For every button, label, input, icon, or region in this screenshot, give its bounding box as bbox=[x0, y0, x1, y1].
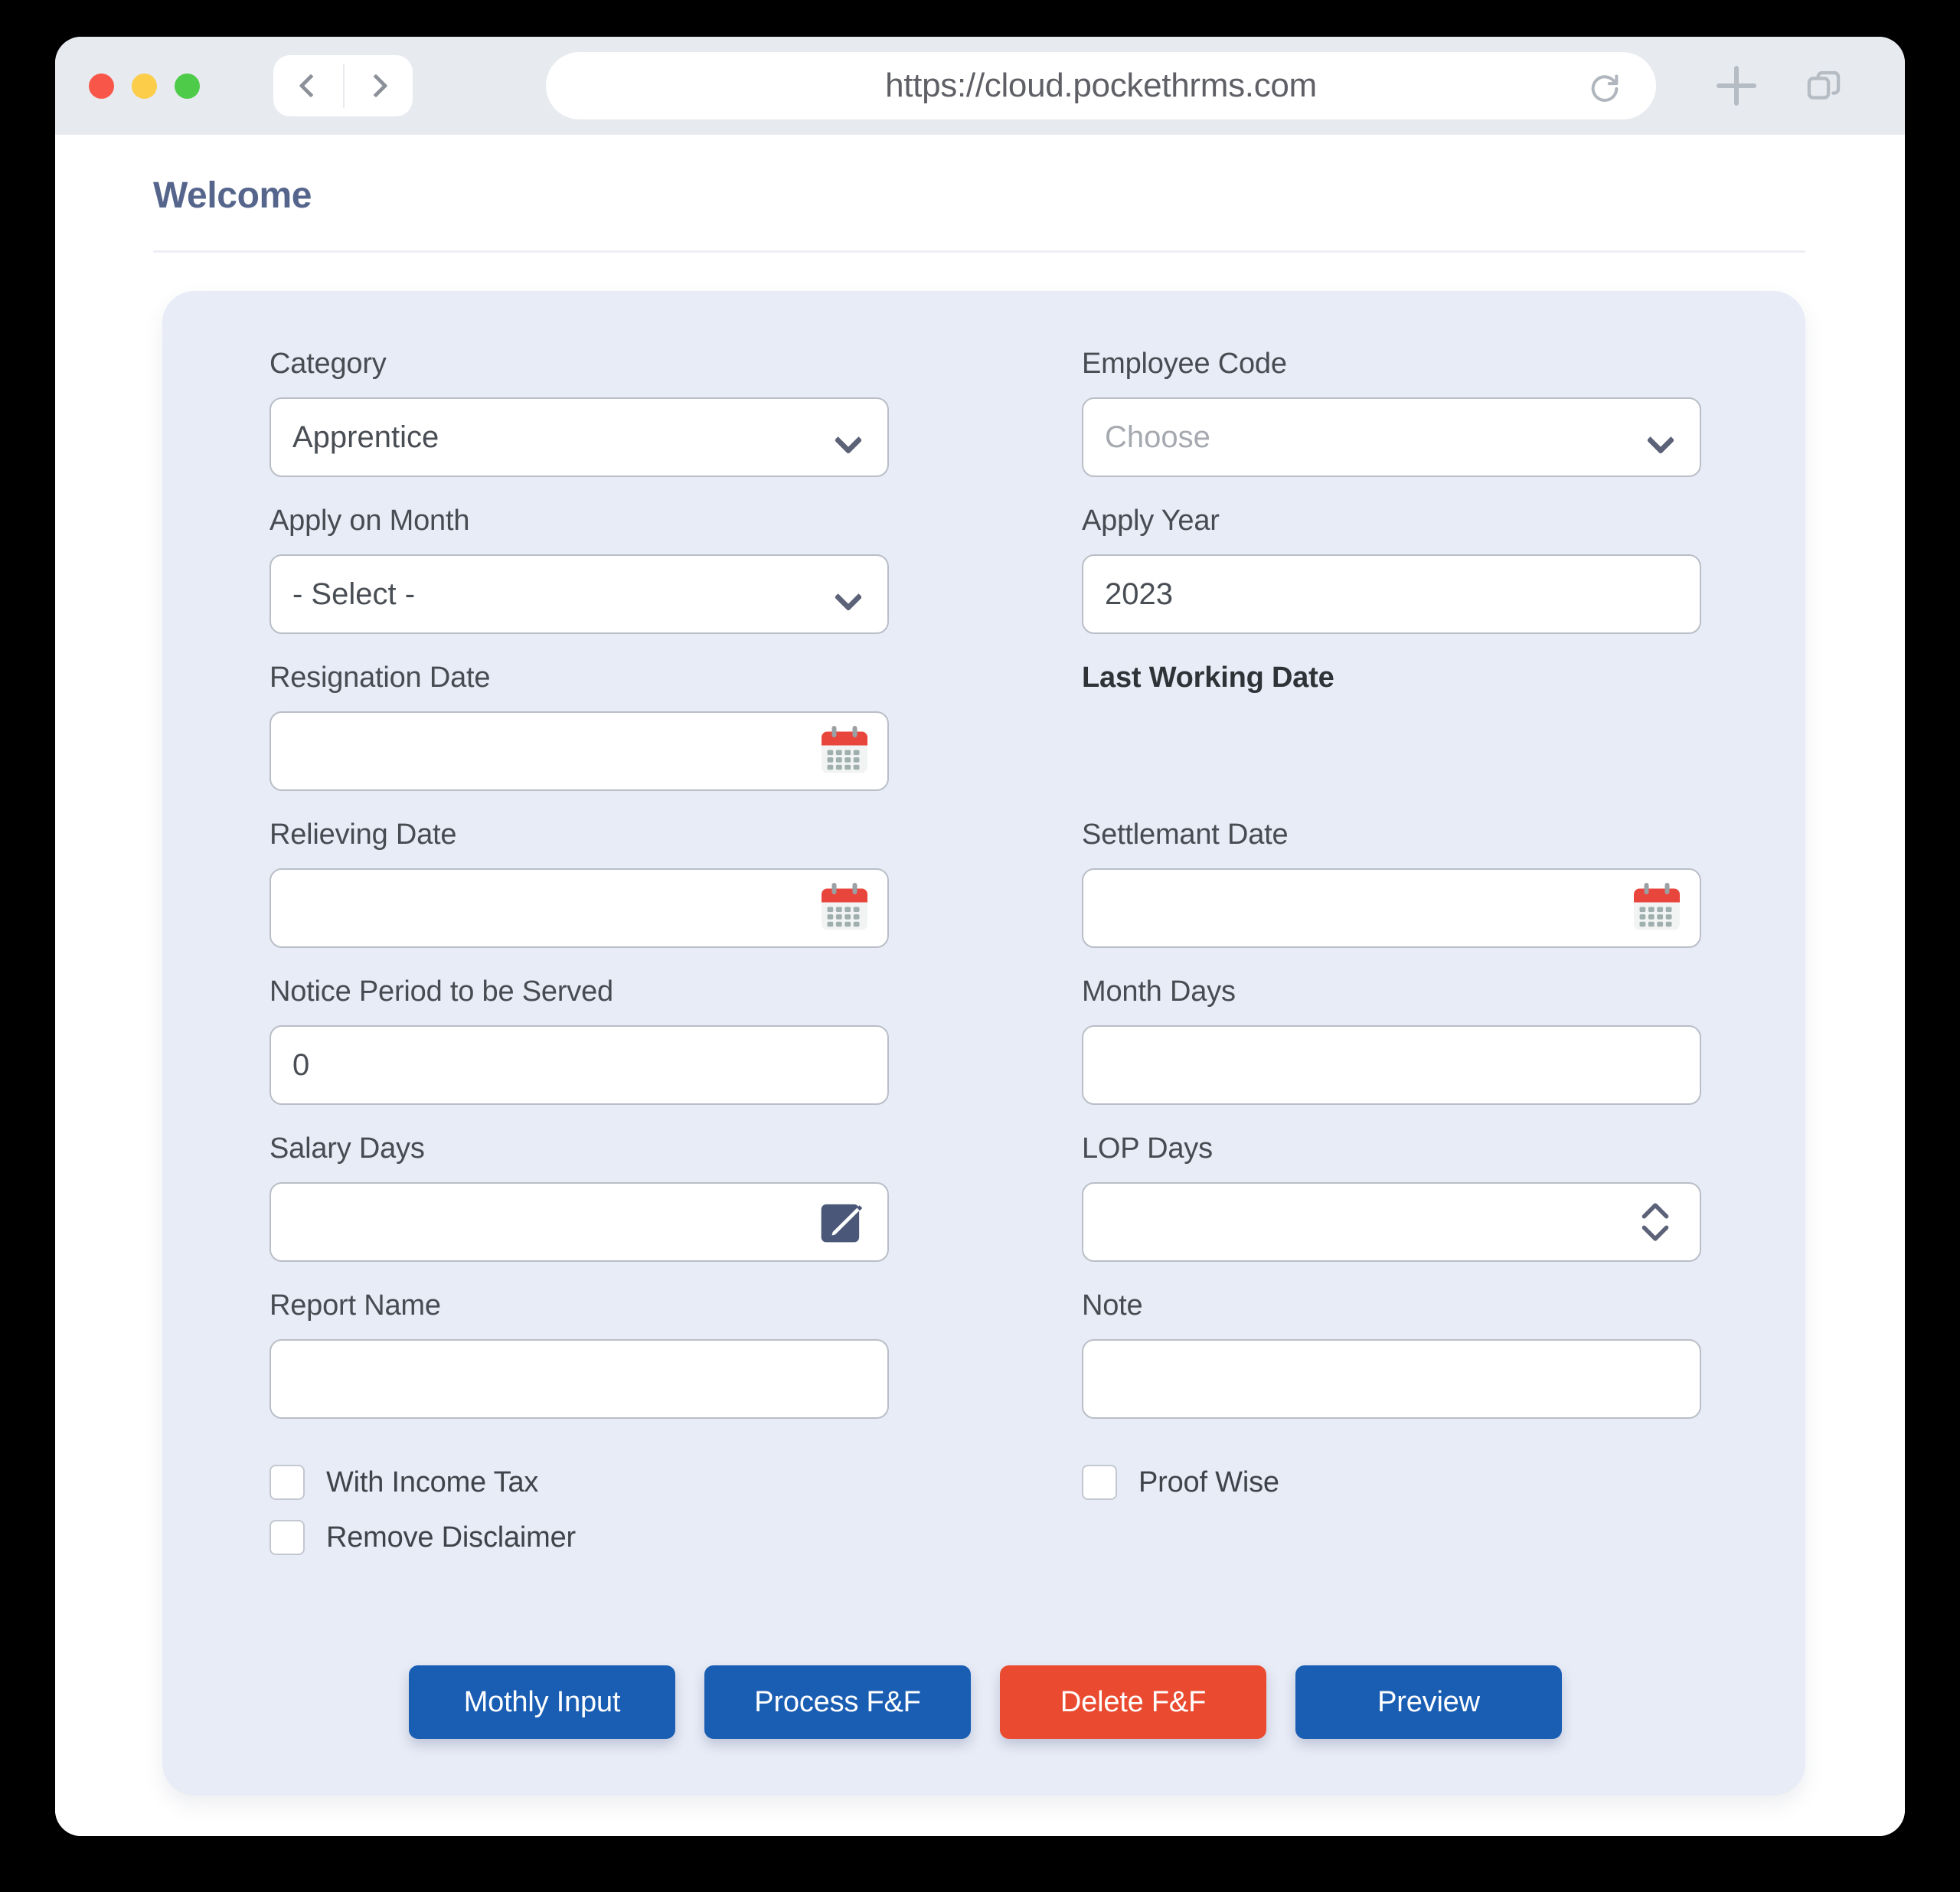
label-category: Category bbox=[270, 348, 387, 380]
chevron-down-icon[interactable] bbox=[1646, 426, 1675, 455]
notice-period-value: 0 bbox=[292, 1047, 310, 1082]
checkbox-group-right: Proof Wise bbox=[1082, 1465, 1701, 1575]
label-month-days: Month Days bbox=[1082, 975, 1236, 1008]
minimize-window-button[interactable] bbox=[132, 73, 157, 99]
field-employee-code: Employee Code Choose bbox=[1082, 348, 1701, 477]
page-title: Welcome bbox=[153, 175, 312, 216]
title-divider bbox=[153, 250, 1805, 253]
field-notice-period: Notice Period to be Served 0 bbox=[270, 975, 889, 1105]
chevron-left-icon bbox=[298, 74, 323, 98]
checkbox-proof-wise[interactable]: Proof Wise bbox=[1082, 1465, 1701, 1500]
field-last-working-date: Last Working Date bbox=[1082, 662, 1701, 791]
category-value: Apprentice bbox=[292, 420, 439, 454]
checkbox-label: With Income Tax bbox=[326, 1466, 539, 1498]
label-relieving-date: Relieving Date bbox=[270, 819, 457, 851]
resignation-date-input[interactable] bbox=[270, 711, 889, 791]
field-resignation-date: Resignation Date bbox=[270, 662, 889, 791]
chevron-down-icon[interactable] bbox=[834, 426, 863, 455]
employee-code-value: Choose bbox=[1105, 420, 1210, 454]
field-apply-on-month: Apply on Month - Select - bbox=[270, 505, 889, 634]
calendar-icon[interactable] bbox=[1629, 881, 1684, 936]
employee-code-select[interactable]: Choose bbox=[1082, 397, 1701, 477]
report-name-input[interactable] bbox=[270, 1339, 889, 1419]
field-apply-year: Apply Year 2023 bbox=[1082, 505, 1701, 634]
form-grid: Category Apprentice Employee Code Choose bbox=[270, 348, 1701, 1446]
checkbox-section: With Income Tax Remove Disclaimer Proof … bbox=[270, 1465, 1701, 1575]
url-text: https://cloud.pockethrms.com bbox=[885, 67, 1317, 104]
category-select[interactable]: Apprentice bbox=[270, 397, 889, 477]
label-resignation-date: Resignation Date bbox=[270, 662, 491, 694]
stepper-updown-icon[interactable] bbox=[1638, 1198, 1672, 1246]
maximize-window-button[interactable] bbox=[175, 73, 200, 99]
edit-pencil-icon[interactable] bbox=[820, 1197, 871, 1247]
field-lop-days: LOP Days bbox=[1082, 1132, 1701, 1262]
checkbox-box[interactable] bbox=[270, 1465, 305, 1500]
month-days-input[interactable] bbox=[1082, 1025, 1701, 1105]
label-settlement-date: Settlemant Date bbox=[1082, 819, 1289, 851]
navigation-buttons bbox=[273, 55, 413, 116]
apply-year-value: 2023 bbox=[1105, 577, 1173, 611]
checkbox-group-left: With Income Tax Remove Disclaimer bbox=[270, 1465, 889, 1575]
browser-toolbar: https://cloud.pockethrms.com bbox=[55, 37, 1905, 135]
field-month-days: Month Days bbox=[1082, 975, 1701, 1105]
settlement-date-input[interactable] bbox=[1082, 868, 1701, 948]
label-apply-year: Apply Year bbox=[1082, 505, 1220, 537]
field-report-name: Report Name bbox=[270, 1289, 889, 1419]
checkbox-with-income-tax[interactable]: With Income Tax bbox=[270, 1465, 889, 1500]
checkbox-box[interactable] bbox=[1082, 1465, 1117, 1500]
preview-button[interactable]: Preview bbox=[1295, 1665, 1562, 1739]
tab-overview-icon[interactable] bbox=[1804, 66, 1844, 106]
label-apply-on-month: Apply on Month bbox=[270, 505, 470, 537]
salary-days-input[interactable] bbox=[270, 1182, 889, 1262]
field-relieving-date: Relieving Date bbox=[270, 819, 889, 948]
back-button[interactable] bbox=[273, 55, 343, 116]
lop-days-stepper[interactable] bbox=[1082, 1182, 1701, 1262]
window-traffic-lights bbox=[89, 73, 200, 99]
label-employee-code: Employee Code bbox=[1082, 348, 1287, 380]
toolbar-right-controls bbox=[1717, 66, 1844, 106]
checkbox-label: Proof Wise bbox=[1138, 1466, 1279, 1498]
note-input[interactable] bbox=[1082, 1339, 1701, 1419]
forward-button[interactable] bbox=[343, 55, 413, 116]
label-lop-days: LOP Days bbox=[1082, 1132, 1213, 1165]
apply-on-month-value: - Select - bbox=[292, 577, 416, 611]
chevron-down-icon[interactable] bbox=[834, 583, 863, 612]
apply-year-input[interactable]: 2023 bbox=[1082, 554, 1701, 634]
delete-fnf-button[interactable]: Delete F&F bbox=[1000, 1665, 1266, 1739]
label-salary-days: Salary Days bbox=[270, 1132, 425, 1165]
plus-icon[interactable] bbox=[1717, 66, 1756, 106]
reload-icon[interactable] bbox=[1587, 68, 1622, 103]
label-last-working-date: Last Working Date bbox=[1082, 662, 1334, 694]
checkbox-remove-disclaimer[interactable]: Remove Disclaimer bbox=[270, 1520, 889, 1555]
action-button-row: Mothly Input Process F&F Delete F&F Prev… bbox=[270, 1665, 1701, 1739]
chevron-right-icon bbox=[363, 74, 388, 98]
monthly-input-button[interactable]: Mothly Input bbox=[409, 1665, 675, 1739]
browser-window: https://cloud.pockethrms.com Welcome Cat… bbox=[55, 37, 1905, 1836]
calendar-icon[interactable] bbox=[817, 724, 872, 779]
label-note: Note bbox=[1082, 1289, 1143, 1322]
field-settlement-date: Settlemant Date bbox=[1082, 819, 1701, 948]
field-note: Note bbox=[1082, 1289, 1701, 1419]
address-bar[interactable]: https://cloud.pockethrms.com bbox=[546, 52, 1656, 119]
label-report-name: Report Name bbox=[270, 1289, 441, 1322]
fnf-form-card: Category Apprentice Employee Code Choose bbox=[162, 291, 1805, 1796]
relieving-date-input[interactable] bbox=[270, 868, 889, 948]
calendar-icon[interactable] bbox=[817, 881, 872, 936]
page-content: Welcome Category Apprentice Employee Cod… bbox=[55, 135, 1905, 1836]
apply-on-month-select[interactable]: - Select - bbox=[270, 554, 889, 634]
checkbox-label: Remove Disclaimer bbox=[326, 1521, 577, 1554]
field-salary-days: Salary Days bbox=[270, 1132, 889, 1262]
notice-period-input[interactable]: 0 bbox=[270, 1025, 889, 1105]
label-notice-period: Notice Period to be Served bbox=[270, 975, 613, 1008]
close-window-button[interactable] bbox=[89, 73, 114, 99]
checkbox-box[interactable] bbox=[270, 1520, 305, 1555]
field-category: Category Apprentice bbox=[270, 348, 889, 477]
process-fnf-button[interactable]: Process F&F bbox=[704, 1665, 971, 1739]
